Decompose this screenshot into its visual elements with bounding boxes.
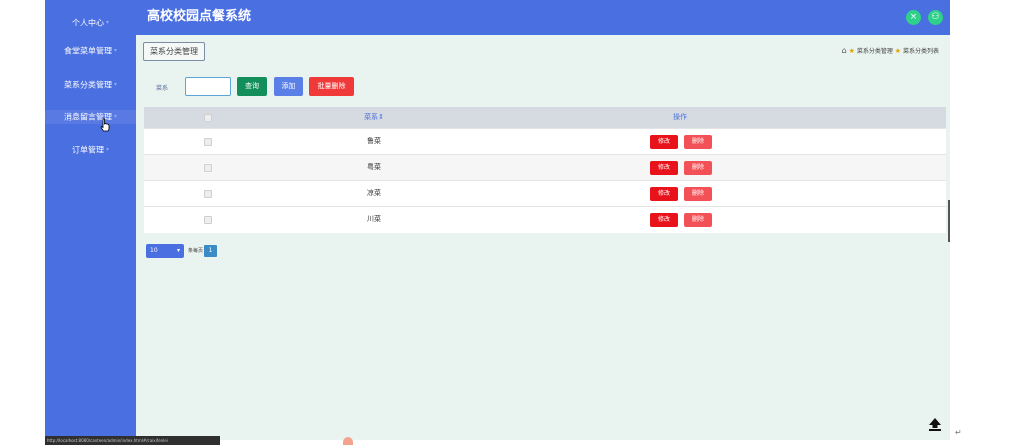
cuisine-table: 菜系⇕ 操作 鲁菜 修改 删除 粤菜 修改 删除 凉菜 修改 删除 川菜 修改 … — [144, 107, 946, 233]
edit-button[interactable]: 修改 — [650, 161, 678, 175]
user-icon: ⚇ — [931, 12, 940, 22]
sidebar-item-messages[interactable]: 消息留言管理 ▾ — [45, 110, 136, 124]
batch-delete-button[interactable]: 批量删除 — [309, 77, 354, 96]
add-button[interactable]: 添加 — [274, 77, 303, 96]
star-icon: ★ — [848, 47, 855, 55]
breadcrumb-item[interactable]: 菜系分类管理 — [857, 48, 893, 55]
table-row: 川菜 修改 删除 — [144, 206, 946, 232]
page-size-value: 10 — [150, 247, 158, 254]
row-checkbox[interactable] — [204, 216, 212, 224]
cuisine-name-cell: 川菜 — [367, 215, 381, 223]
cuisine-name-cell: 粤菜 — [367, 163, 381, 171]
breadcrumb: ⌂ ★ 菜系分类管理 ★ 菜系分类列表 — [842, 46, 939, 56]
edit-button[interactable]: 修改 — [650, 187, 678, 201]
page-number-button[interactable]: 1 — [204, 245, 217, 257]
table-row: 粤菜 修改 删除 — [144, 154, 946, 180]
per-page-label: 条每页 — [188, 248, 204, 254]
hand-pointer-icon — [100, 118, 110, 132]
chevron-down-icon: ▾ — [105, 19, 109, 26]
chevron-down-icon: ▾ — [176, 247, 180, 254]
user-button[interactable]: ⚇ — [928, 10, 943, 25]
column-header-actions: 操作 — [673, 113, 687, 121]
taskbar-badge-icon — [343, 437, 353, 445]
expand-icon: × — [909, 12, 918, 22]
cuisine-name-cell: 鲁菜 — [367, 137, 381, 145]
chevron-down-icon: ▾ — [113, 113, 117, 120]
delete-button[interactable]: 删除 — [684, 135, 712, 149]
sidebar-item-label: 菜系分类管理 — [63, 80, 112, 90]
delete-button[interactable]: 删除 — [684, 161, 712, 175]
sidebar-item-orders[interactable]: 订单管理 ▾ — [45, 143, 136, 157]
page-tab-tag[interactable]: 菜系分类管理 — [143, 42, 205, 61]
table-row: 凉菜 修改 删除 — [144, 180, 946, 206]
scrollbar-thumb[interactable] — [948, 200, 950, 242]
main-content: 菜系分类管理 ⌂ ★ 菜系分类管理 ★ 菜系分类列表 菜系 查询 添加 批量删除… — [136, 35, 950, 440]
chevron-down-icon: ▾ — [105, 146, 109, 153]
chevron-down-icon: ▾ — [113, 81, 117, 88]
edit-button[interactable]: 修改 — [650, 135, 678, 149]
column-header-cuisine[interactable]: 菜系⇕ — [324, 107, 424, 128]
edit-button[interactable]: 修改 — [650, 213, 678, 227]
sidebar-item-profile[interactable]: 个人中心 ▾ — [45, 16, 136, 30]
breadcrumb-item-current: 菜系分类列表 — [902, 48, 939, 55]
search-button[interactable]: 查询 — [237, 77, 267, 96]
app-title: 高校校园点餐系统 — [147, 9, 252, 24]
sidebar-item-label: 订单管理 — [71, 145, 104, 155]
app-window: 个人中心 ▾ 食堂菜单管理 ▾ 菜系分类管理 ▾ 消息留言管理 ▾ 订单管理 ▾ 高校校园… — [0, 0, 1027, 445]
chevron-down-icon: ▾ — [113, 47, 117, 54]
sidebar-item-label: 个人中心 — [71, 18, 104, 28]
cuisine-search-input[interactable] — [185, 77, 231, 96]
page-size-select[interactable]: 10 ▾ — [146, 244, 184, 258]
row-checkbox[interactable] — [204, 138, 212, 146]
delete-button[interactable]: 删除 — [684, 187, 712, 201]
sidebar-item-canteen-menu[interactable]: 食堂菜单管理 ▾ — [45, 44, 136, 58]
fullscreen-button[interactable]: × — [906, 10, 921, 25]
sidebar-item-cuisine-category[interactable]: 菜系分类管理 ▾ — [45, 78, 136, 92]
sort-icon: ⇕ — [378, 113, 384, 121]
search-label: 菜系 — [156, 85, 169, 92]
table-header: 菜系⇕ 操作 — [144, 107, 946, 128]
sidebar: 个人中心 ▾ 食堂菜单管理 ▾ 菜系分类管理 ▾ 消息留言管理 ▾ 订单管理 ▾ — [45, 0, 136, 440]
star-icon: ★ — [894, 47, 902, 55]
row-checkbox[interactable] — [204, 164, 212, 172]
home-icon[interactable]: ⌂ — [842, 46, 847, 55]
cuisine-name-cell: 凉菜 — [367, 189, 381, 197]
sidebar-item-label: 食堂菜单管理 — [63, 46, 112, 56]
browser-status-bar: http://localhost:8080/canteen/admin/inde… — [45, 436, 220, 445]
row-checkbox[interactable] — [204, 190, 212, 198]
scroll-to-top-icon[interactable] — [927, 416, 943, 432]
top-header: 高校校园点餐系统 × ⚇ — [136, 0, 950, 35]
select-all-checkbox[interactable] — [204, 114, 212, 122]
delete-button[interactable]: 删除 — [684, 213, 712, 227]
return-mark-icon: ↵ — [955, 428, 962, 437]
table-row: 鲁菜 修改 删除 — [144, 128, 946, 154]
